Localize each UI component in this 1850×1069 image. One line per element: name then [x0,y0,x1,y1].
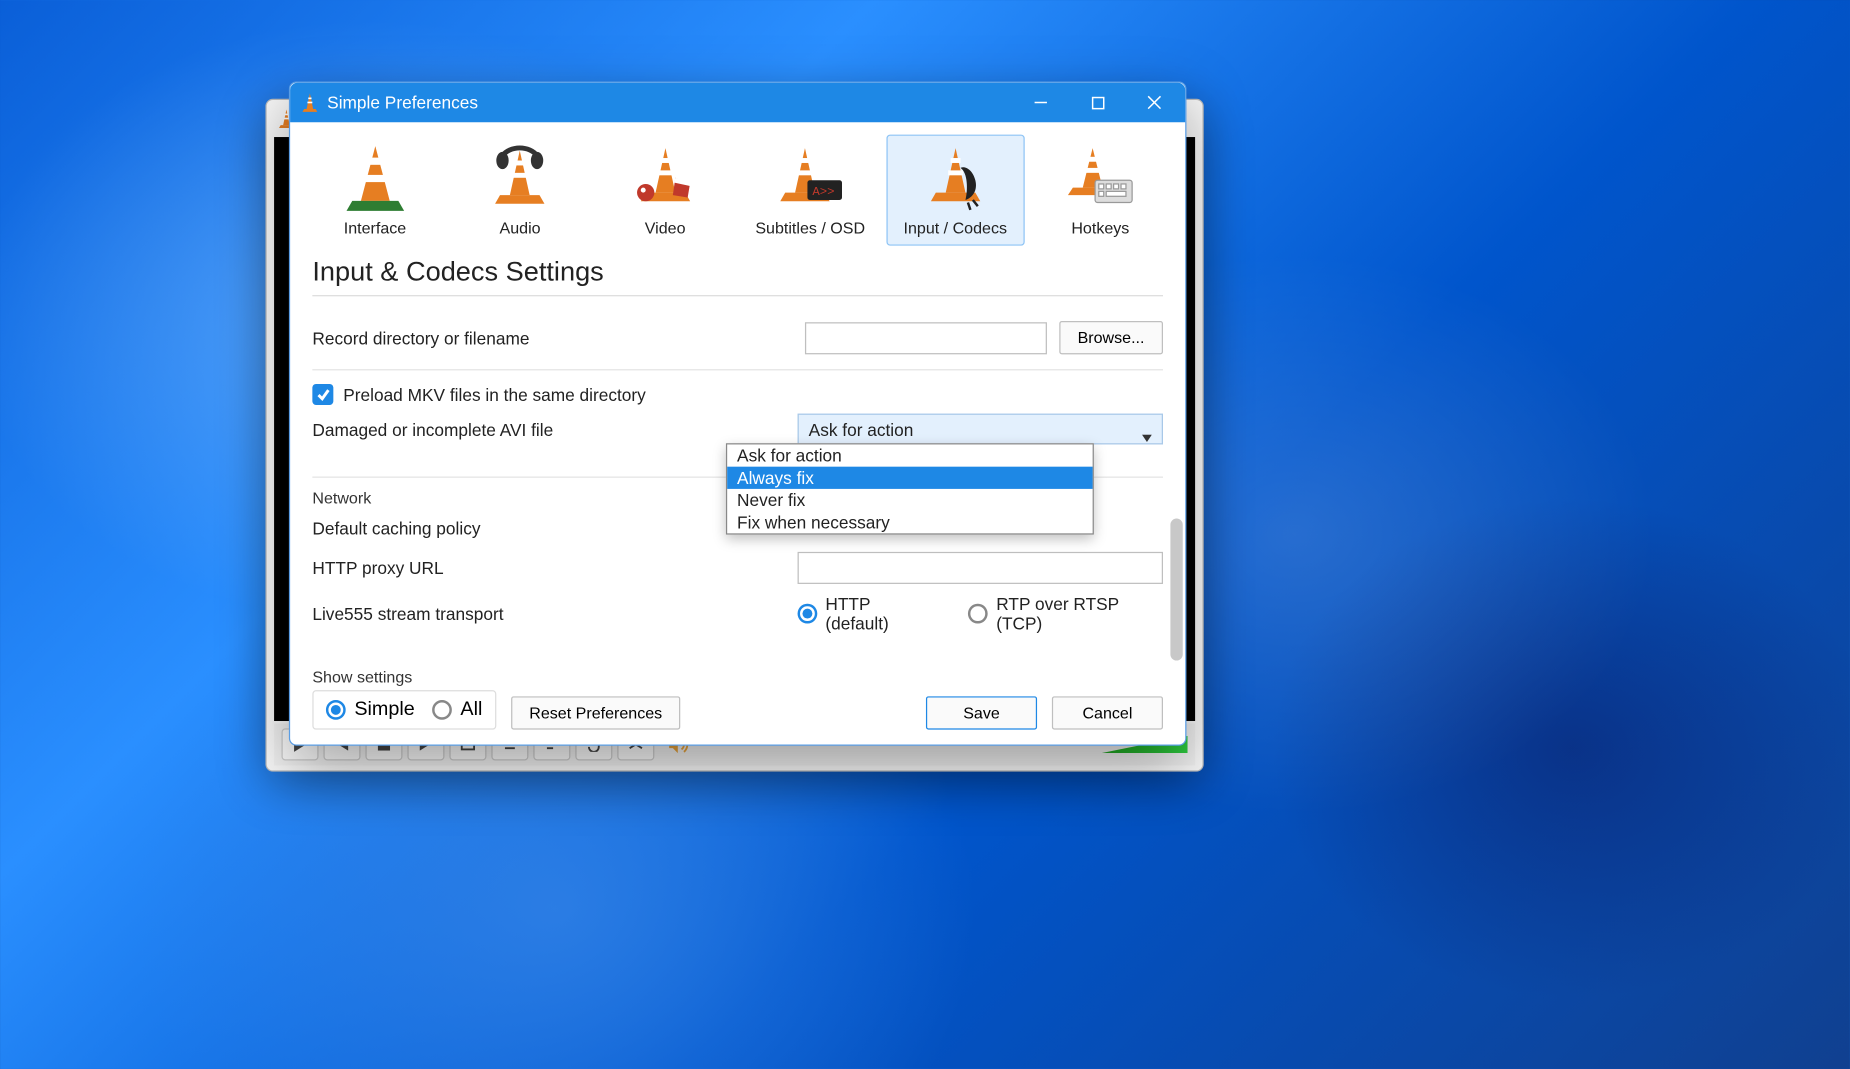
group-network-label: Network [307,489,376,508]
live555-http-label: HTTP (default) [825,594,933,634]
live555-rtp-radio[interactable]: RTP over RTSP (TCP) [968,594,1163,634]
tab-label: Interface [344,219,406,238]
video-icon [631,136,700,219]
save-button[interactable]: Save [926,696,1037,729]
tab-label: Input / Codecs [904,219,1007,238]
record-dir-label: Record directory or filename [312,328,792,348]
live555-http-radio[interactable]: HTTP (default) [798,594,934,634]
audio-icon [488,136,552,219]
preload-mkv-checkbox[interactable] [312,384,333,405]
settings-content: Record directory or filename Browse... P… [290,304,1185,668]
dialog-footer: Show settings Simple All Reset Preferenc… [290,668,1185,745]
show-settings-label: Show settings [312,668,496,687]
avi-action-select[interactable]: Ask for action [798,414,1163,445]
show-all-label: All [460,699,482,721]
live555-label: Live555 stream transport [312,604,785,624]
show-simple-label: Simple [354,699,414,721]
tab-video[interactable]: Video [596,135,734,246]
minimize-button[interactable] [1012,83,1069,123]
tab-hotkeys[interactable]: Hotkeys [1031,135,1169,246]
record-dir-input[interactable] [805,322,1047,354]
proxy-label: HTTP proxy URL [312,558,785,578]
tab-audio[interactable]: Audio [451,135,589,246]
avi-option-never[interactable]: Never fix [727,489,1092,511]
tab-label: Subtitles / OSD [755,219,865,238]
category-tabs: Interface Audio Video A>> Subtitles / OS… [290,122,1185,250]
interface-icon [345,136,404,219]
divider [312,295,1163,296]
avi-option-necessary[interactable]: Fix when necessary [727,511,1092,533]
chevron-down-icon [1142,426,1152,446]
avi-label: Damaged or incomplete AVI file [312,419,785,439]
proxy-input[interactable] [798,552,1163,584]
avi-selected: Ask for action [809,419,914,439]
show-all-radio[interactable]: All [432,699,482,721]
svg-text:A>>: A>> [813,184,835,198]
input-codecs-icon [923,136,987,219]
vlc-cone-icon [300,93,320,113]
avi-option-ask[interactable]: Ask for action [727,444,1092,466]
show-simple-radio[interactable]: Simple [326,699,415,721]
group-record: Record directory or filename Browse... P… [312,304,1163,460]
tab-label: Video [645,219,686,238]
tab-subtitles[interactable]: A>> Subtitles / OSD [741,135,879,246]
dialog-title: Simple Preferences [327,93,478,113]
live555-rtp-label: RTP over RTSP (TCP) [996,594,1163,634]
dialog-titlebar[interactable]: Simple Preferences [290,83,1185,123]
cancel-button[interactable]: Cancel [1052,696,1163,729]
hotkeys-icon [1066,136,1135,219]
preferences-dialog: Simple Preferences Interface Audio Video [289,81,1187,745]
avi-option-always[interactable]: Always fix [727,467,1092,489]
preload-mkv-label: Preload MKV files in the same directory [343,385,646,405]
avi-action-dropdown: Ask for action Always fix Never fix Fix … [726,443,1094,534]
browse-button[interactable]: Browse... [1059,321,1163,354]
content-scrollbar-track[interactable] [1168,506,1185,668]
content-scrollbar-thumb[interactable] [1170,519,1182,661]
tab-input-codecs[interactable]: Input / Codecs [886,135,1024,246]
subtitles-icon: A>> [776,136,845,219]
close-button[interactable] [1126,83,1183,123]
maximize-button[interactable] [1069,83,1126,123]
reset-preferences-button[interactable]: Reset Preferences [511,696,681,729]
tab-label: Audio [500,219,541,238]
section-title: Input & Codecs Settings [290,251,1185,295]
tab-interface[interactable]: Interface [306,135,444,246]
tab-label: Hotkeys [1071,219,1129,238]
